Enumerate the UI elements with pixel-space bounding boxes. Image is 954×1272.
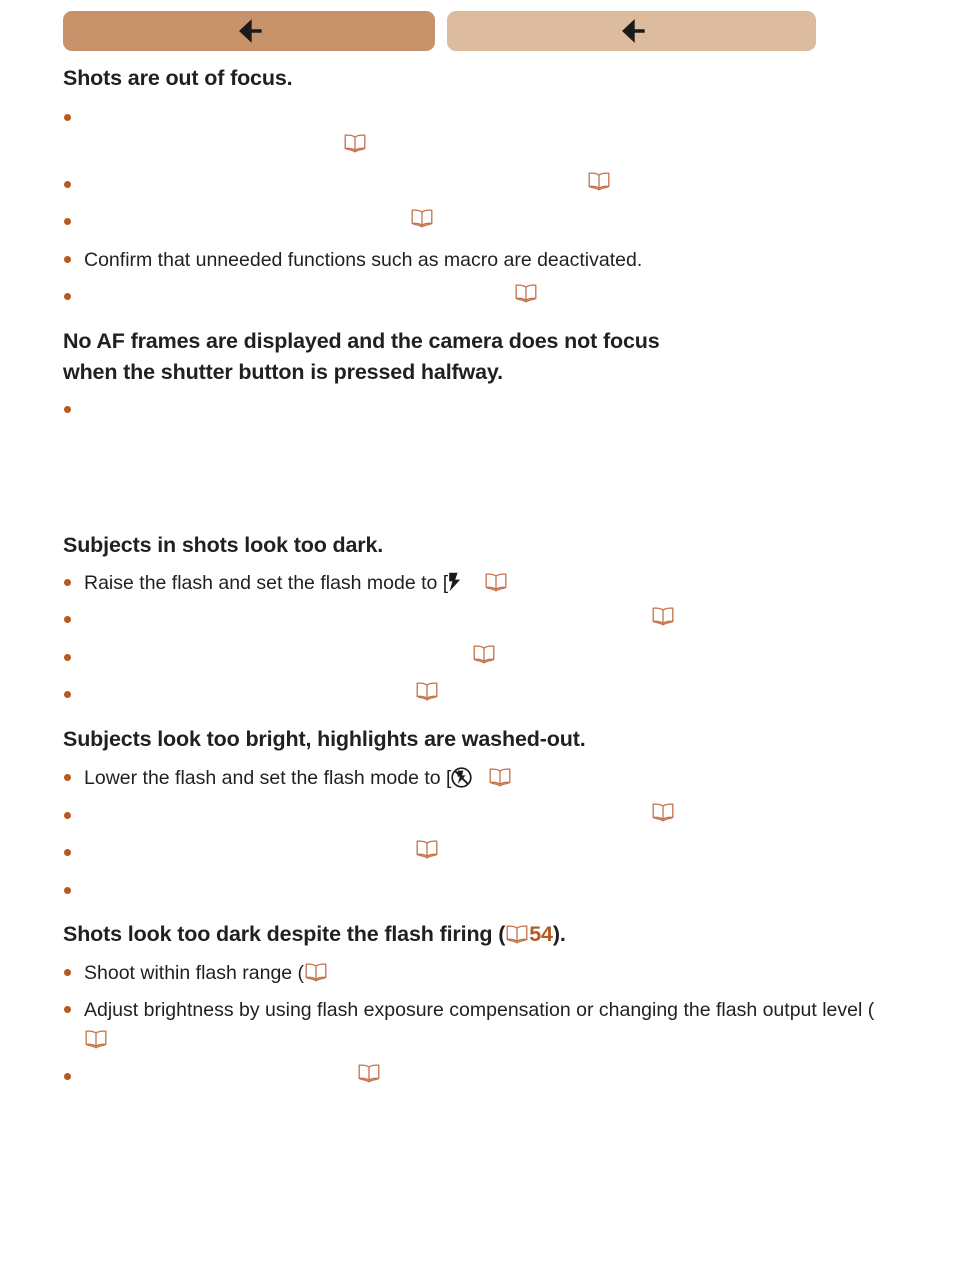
list-item-label: Confirm that unneeded functions such as …: [84, 249, 643, 271]
heading-text-after: ).: [552, 922, 566, 946]
bullet-marker: [64, 774, 71, 781]
next-page-tab[interactable]: [447, 11, 816, 51]
flash-off-icon: [451, 767, 473, 788]
list-item-label: Lower the flash and set the flash mode t…: [84, 763, 893, 793]
bullet-marker: [64, 114, 71, 121]
book-icon[interactable]: [415, 682, 439, 703]
bullet-marker: [64, 849, 71, 856]
page-reference-number[interactable]: 54: [529, 922, 553, 946]
top-tab-bar: [0, 0, 954, 60]
bullet-marker: [64, 969, 71, 976]
list-item-text-line1: Adjust brightness by using flash exposur…: [84, 999, 711, 1021]
bullet-marker: [64, 579, 71, 586]
heading-text-before: Shots look too dark despite the flash fi…: [63, 922, 506, 946]
section-heading-subjects-too-bright: Subjects look too bright, highlights are…: [63, 727, 586, 751]
heading-line-1: No AF frames are displayed and the camer…: [63, 329, 660, 353]
list-item-label: Adjust brightness by using flash exposur…: [84, 995, 893, 1055]
list-item-text-line2: flash output level (: [715, 999, 875, 1021]
heading-line-2: when the shutter button is pressed halfw…: [63, 360, 503, 384]
bullet-marker: [64, 654, 71, 661]
list-item-label: Raise the flash and set the flash mode t…: [84, 568, 893, 598]
list-item: Raise the flash and set the flash mode t…: [63, 568, 893, 598]
flash-on-icon: [448, 572, 462, 592]
list-item: Lower the flash and set the flash mode t…: [63, 763, 893, 793]
book-icon[interactable]: [472, 645, 496, 666]
bullet-marker: [64, 887, 71, 894]
section-heading-no-af-frames: No AF frames are displayed and the camer…: [63, 326, 873, 388]
book-icon[interactable]: [343, 134, 367, 155]
bullet-marker: [64, 812, 71, 819]
book-icon[interactable]: [484, 573, 508, 592]
list-item: Confirm that unneeded functions such as …: [63, 245, 893, 275]
bullet-marker: [64, 406, 71, 413]
arrow-left-icon: [236, 18, 262, 44]
section-heading-dark-despite-flash: Shots look too dark despite the flash fi…: [63, 919, 873, 950]
book-icon[interactable]: [304, 963, 328, 982]
bullet-marker: [64, 616, 71, 623]
book-icon[interactable]: [505, 925, 529, 944]
book-icon[interactable]: [651, 607, 675, 628]
book-icon[interactable]: [357, 1064, 381, 1085]
book-icon[interactable]: [84, 1030, 108, 1049]
book-icon[interactable]: [415, 840, 439, 861]
list-item: Shoot within flash range (: [63, 958, 893, 988]
previous-page-tab[interactable]: [63, 11, 435, 51]
book-icon[interactable]: [488, 768, 512, 787]
list-item-label: Shoot within flash range (: [84, 958, 893, 988]
book-icon[interactable]: [651, 803, 675, 824]
list-item: Adjust brightness by using flash exposur…: [63, 995, 893, 1055]
bullet-marker: [64, 691, 71, 698]
bullet-marker: [64, 218, 71, 225]
book-icon[interactable]: [587, 172, 611, 193]
bullet-marker: [64, 1073, 71, 1080]
bullet-marker: [64, 181, 71, 188]
list-item-text: Shoot within flash range (: [84, 962, 305, 984]
section-heading-subjects-too-dark: Subjects in shots look too dark.: [63, 533, 384, 557]
book-icon[interactable]: [410, 209, 434, 230]
bullet-marker: [64, 256, 71, 263]
bullet-marker: [64, 1006, 71, 1013]
section-heading-shots-out-of-focus: Shots are out of focus.: [63, 66, 293, 90]
list-item-text: Raise the flash and set the flash mode t…: [84, 572, 449, 594]
book-icon[interactable]: [514, 284, 538, 305]
arrow-left-icon: [619, 18, 645, 44]
bullet-marker: [64, 293, 71, 300]
list-item-text: Lower the flash and set the flash mode t…: [84, 767, 452, 789]
